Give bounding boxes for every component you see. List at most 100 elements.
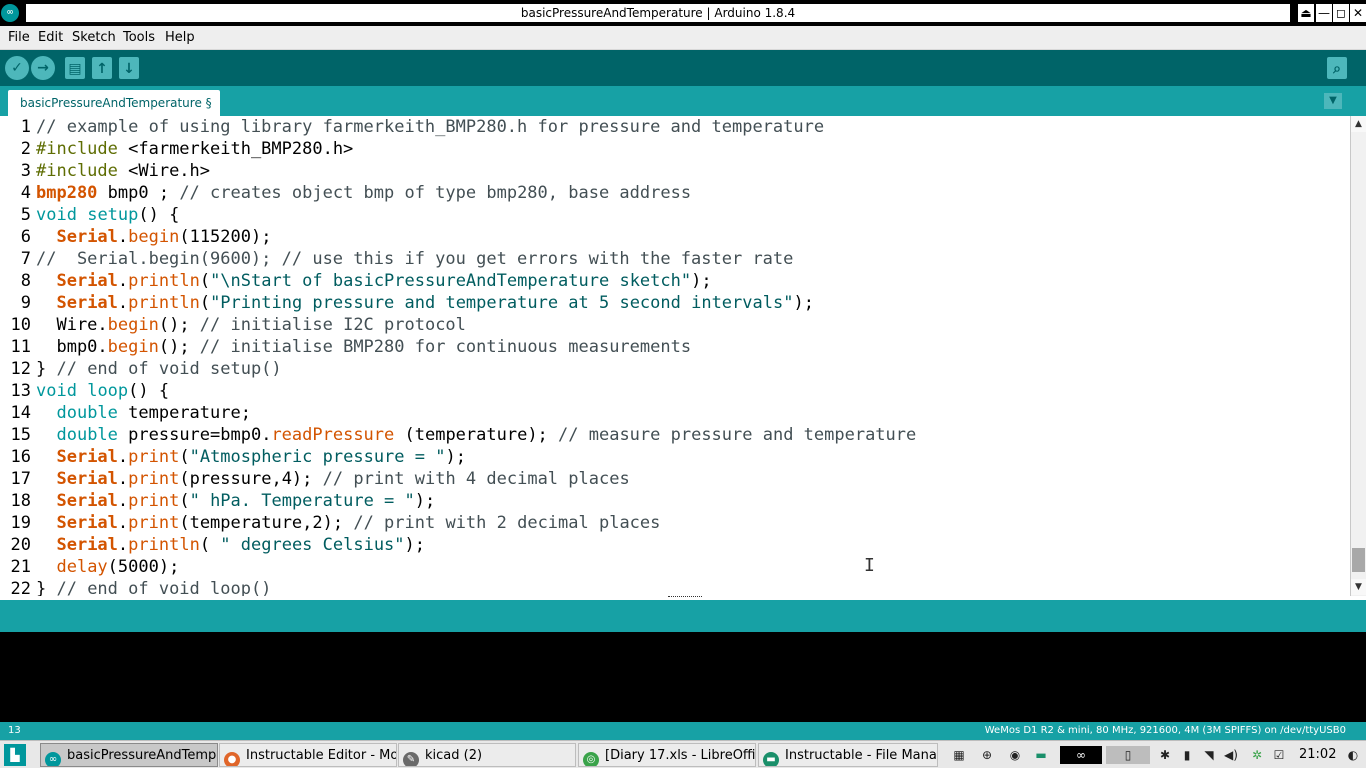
- bluetooth-icon[interactable]: ✱: [1156, 746, 1174, 764]
- code-token: (5000);: [107, 557, 180, 577]
- taskbar-item-kicad[interactable]: ✎ kicad (2): [398, 743, 576, 767]
- close-icon[interactable]: ✕: [1350, 4, 1366, 22]
- code-line[interactable]: 7// Serial.begin(9600); // use this if y…: [0, 248, 1350, 270]
- code-token: // print with 4 decimal places: [322, 469, 630, 489]
- arrow-down-icon: ↓: [123, 61, 135, 77]
- code-line[interactable]: 8 Serial.println("\nStart of basicPressu…: [0, 270, 1350, 292]
- code-line[interactable]: 1// example of using library farmerkeith…: [0, 116, 1350, 138]
- code-token: #include: [36, 161, 118, 181]
- code-editor[interactable]: 1// example of using library farmerkeith…: [0, 116, 1350, 596]
- tab-menu-button[interactable]: ▼: [1324, 93, 1342, 109]
- settings-icon[interactable]: ✲: [1248, 746, 1266, 764]
- new-sketch-button[interactable]: ▤: [65, 57, 85, 79]
- taskbar-item-arduino[interactable]: ∞ basicPressureAndTempe...: [40, 743, 218, 767]
- clipboard-icon[interactable]: ▮: [1178, 746, 1196, 764]
- wifi-icon[interactable]: ◥: [1200, 746, 1218, 764]
- minimize-icon[interactable]: —: [1316, 4, 1332, 22]
- code-line[interactable]: 20 Serial.println( " degrees Celsius");: [0, 534, 1350, 556]
- code-text: Serial.println("Printing pressure and te…: [36, 292, 814, 314]
- code-line[interactable]: 21 delay(5000);: [0, 556, 1350, 578]
- code-token: <Wire.h>: [117, 161, 211, 181]
- open-sketch-button[interactable]: ↑: [92, 57, 112, 79]
- shade-icon[interactable]: ⏏: [1298, 4, 1314, 22]
- line-number: 6: [20, 227, 31, 247]
- volume-icon[interactable]: ◀): [1222, 746, 1240, 764]
- code-line[interactable]: 3 #include <Wire.h>: [0, 160, 1350, 182]
- code-line[interactable]: 2 #include <farmerkeith_BMP280.h>: [0, 138, 1350, 160]
- menu-help[interactable]: Help: [165, 29, 195, 47]
- checkbox-icon[interactable]: ☑: [1270, 746, 1288, 764]
- code-text: void loop() {: [36, 380, 169, 402]
- window-titlebar: ∞ basicPressureAndTemperature | Arduino …: [0, 0, 1366, 26]
- code-text: #include <Wire.h>: [36, 160, 210, 182]
- code-line[interactable]: 12} // end of void setup(): [0, 358, 1350, 380]
- code-line[interactable]: 16 Serial.print("Atmospheric pressure = …: [0, 446, 1350, 468]
- menu-sketch[interactable]: Sketch: [72, 29, 116, 47]
- code-token: " degrees Celsius": [220, 535, 405, 555]
- code-token: .: [117, 535, 129, 555]
- code-text: Serial.print("Atmospheric pressure = ");: [36, 446, 465, 468]
- code-line[interactable]: 13 void loop() {: [0, 380, 1350, 402]
- code-token: Wire.: [36, 315, 108, 335]
- line-number: 22: [10, 579, 31, 596]
- clock[interactable]: 21:02: [1299, 745, 1336, 765]
- editor-vertical-scrollbar[interactable]: ▲ ▼: [1350, 116, 1366, 596]
- tab-basic-pressure-and-temperature[interactable]: basicPressureAndTemperature §: [8, 90, 220, 116]
- code-line[interactable]: 9 Serial.println("Printing pressure and …: [0, 292, 1350, 314]
- code-token: // initialise I2C protocol: [199, 315, 466, 335]
- code-line[interactable]: 6 Serial.begin(115200);: [0, 226, 1350, 248]
- line-number: 12: [10, 359, 31, 379]
- code-token: );: [793, 293, 814, 313]
- code-token: (: [179, 447, 190, 467]
- code-line[interactable]: 18 Serial.print(" hPa. Temperature = ");: [0, 490, 1350, 512]
- tray-blank-icon[interactable]: ▯: [1106, 746, 1150, 764]
- upload-button[interactable]: →: [31, 56, 55, 80]
- taskbar-item-label: kicad (2): [425, 748, 483, 763]
- code-token: );: [691, 271, 712, 291]
- code-token: loop: [87, 381, 129, 401]
- tray-cpu-icon[interactable]: ▦: [950, 746, 968, 764]
- code-line[interactable]: 17 Serial.print(pressure,4); // print wi…: [0, 468, 1350, 490]
- code-token: print: [128, 491, 180, 511]
- arduino-app-icon[interactable]: ∞: [1, 4, 19, 22]
- code-token: .: [117, 469, 129, 489]
- menu-file[interactable]: File: [8, 29, 30, 47]
- code-token: "\nStart of basicPressureAndTemperature …: [210, 271, 692, 291]
- menu-tools[interactable]: Tools: [123, 29, 155, 47]
- start-menu-button[interactable]: ▙: [4, 744, 26, 766]
- scroll-up-icon[interactable]: ▲: [1351, 116, 1366, 132]
- code-line[interactable]: 14 double temperature;: [0, 402, 1350, 424]
- save-sketch-button[interactable]: ↓: [119, 57, 139, 79]
- tray-window-icon[interactable]: ▬: [1032, 746, 1050, 764]
- message-area: [0, 600, 1366, 632]
- maximize-icon[interactable]: ◻: [1333, 4, 1349, 22]
- code-text: Serial.print(pressure,4); // print with …: [36, 468, 630, 490]
- code-line[interactable]: 15 double pressure=bmp0.readPressure (te…: [0, 424, 1350, 446]
- menu-edit[interactable]: Edit: [38, 29, 63, 47]
- verify-button[interactable]: ✓: [5, 56, 29, 80]
- code-line[interactable]: 5 void setup() {: [0, 204, 1350, 226]
- power-icon[interactable]: ◐: [1344, 746, 1362, 764]
- taskbar-item-file-manager[interactable]: ▬ Instructable - File Manager: [758, 743, 938, 767]
- code-line[interactable]: 10 Wire.begin(); // initialise I2C proto…: [0, 314, 1350, 336]
- code-line[interactable]: 11 bmp0.begin(); // initialise BMP280 fo…: [0, 336, 1350, 358]
- console-output[interactable]: [0, 632, 1366, 722]
- taskbar-item-firefox[interactable]: ● Instructable Editor - Mo...: [219, 743, 397, 767]
- tray-network-icon[interactable]: ⊕: [978, 746, 996, 764]
- code-line[interactable]: 19 Serial.print(temperature,2); // print…: [0, 512, 1350, 534]
- code-token: // Serial.begin(9600); // use this if yo…: [36, 249, 794, 269]
- code-text: #include <farmerkeith_BMP280.h>: [36, 138, 353, 160]
- scrollbar-thumb[interactable]: [1352, 548, 1365, 572]
- splitter-grip[interactable]: [668, 596, 702, 599]
- tray-arduino-icon[interactable]: ∞: [1060, 746, 1102, 764]
- scroll-down-icon[interactable]: ▼: [1351, 579, 1366, 595]
- tray-media-icon[interactable]: ◉: [1006, 746, 1024, 764]
- serial-monitor-button[interactable]: ⌕: [1327, 57, 1347, 79]
- code-line[interactable]: 22} // end of void loop(): [0, 578, 1350, 596]
- taskbar-item-libreoffice[interactable]: ◎ [Diary 17.xls - LibreOffic...: [578, 743, 756, 767]
- code-token: "Atmospheric pressure = ": [189, 447, 446, 467]
- code-line[interactable]: 4 bmp280 bmp0 ; // creates object bmp of …: [0, 182, 1350, 204]
